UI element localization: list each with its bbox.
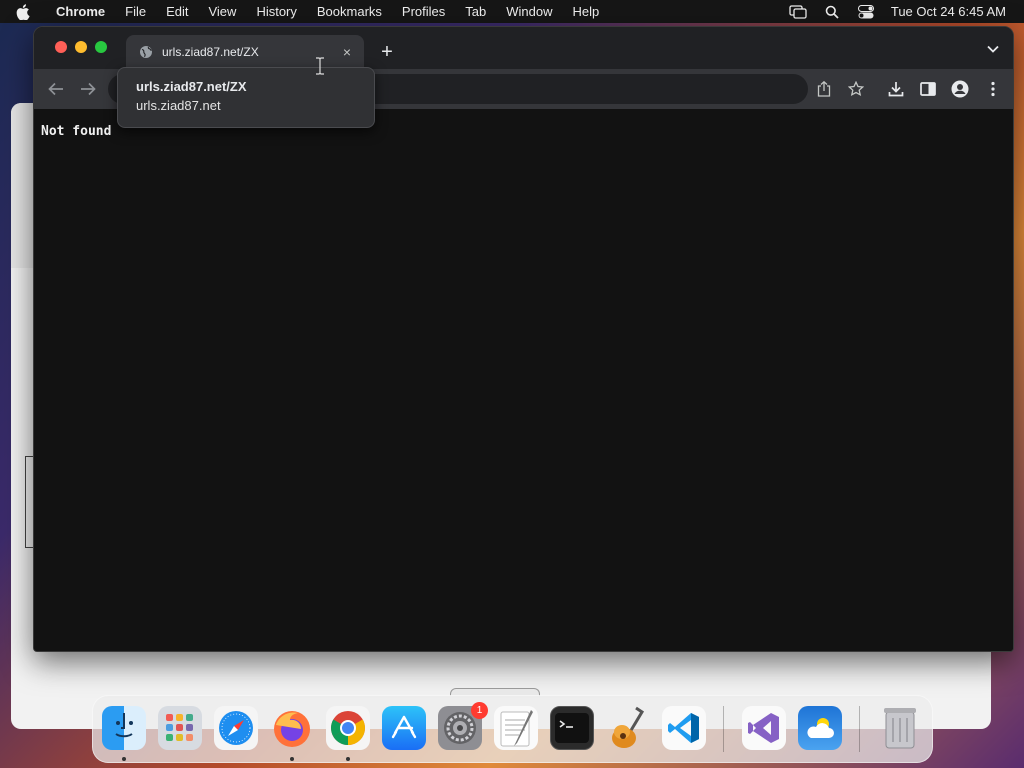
menu-window[interactable]: Window (496, 4, 562, 19)
menu-view[interactable]: View (198, 4, 246, 19)
firefox-icon[interactable] (270, 706, 314, 750)
menu-bar: Chrome File Edit View History Bookmarks … (0, 0, 1024, 23)
menu-app-name[interactable]: Chrome (46, 4, 115, 19)
menu-edit[interactable]: Edit (156, 4, 198, 19)
page-content: Not found (34, 109, 1013, 651)
globe-icon (138, 44, 154, 60)
chrome-running-indicator (346, 757, 350, 761)
chevron-down-icon[interactable] (985, 41, 1001, 57)
menu-bookmarks[interactable]: Bookmarks (307, 4, 392, 19)
tab-active[interactable]: urls.ziad87.net/ZX × (126, 35, 364, 69)
close-window-button[interactable] (55, 41, 67, 53)
chrome-icon[interactable] (326, 706, 370, 750)
tab-strip: urls.ziad87.net/ZX × + (34, 27, 1013, 69)
menu-clock[interactable]: Tue Oct 24 6:45 AM (883, 4, 1024, 19)
more-options-icon[interactable] (983, 79, 1003, 99)
forward-arrow-icon[interactable] (76, 77, 100, 101)
text-cursor-icon (315, 57, 325, 75)
firefox-running-indicator (290, 757, 294, 761)
side-panel-icon[interactable] (918, 79, 938, 99)
dock-separator (723, 706, 724, 752)
screen-mirroring-icon[interactable] (781, 4, 815, 19)
back-arrow-icon[interactable] (44, 77, 68, 101)
dock: 1 (92, 695, 933, 763)
page-text: Not found (41, 124, 112, 139)
finder-icon[interactable] (102, 706, 146, 750)
dock-separator (859, 706, 860, 752)
launchpad-icon[interactable] (158, 706, 202, 750)
app-store-icon[interactable] (382, 706, 426, 750)
textedit-icon[interactable] (494, 706, 538, 750)
vscode-icon[interactable] (662, 706, 706, 750)
menu-tab[interactable]: Tab (455, 4, 496, 19)
terminal-icon[interactable] (550, 706, 594, 750)
minimize-window-button[interactable] (75, 41, 87, 53)
weather-icon[interactable] (798, 706, 842, 750)
bookmark-star-icon[interactable] (846, 79, 866, 99)
control-center-icon[interactable] (849, 4, 883, 19)
garageband-icon[interactable] (606, 706, 650, 750)
apple-icon[interactable] (0, 3, 46, 20)
menu-profiles[interactable]: Profiles (392, 4, 455, 19)
system-settings-icon[interactable]: 1 (438, 702, 488, 750)
new-tab-button[interactable]: + (374, 39, 400, 65)
safari-icon[interactable] (214, 706, 258, 750)
trash-icon[interactable] (878, 706, 922, 750)
spotlight-search-icon[interactable] (815, 5, 849, 19)
hover-card-title: urls.ziad87.net/ZX (136, 79, 247, 94)
settings-badge: 1 (471, 702, 488, 719)
share-icon[interactable] (814, 79, 834, 99)
finder-running-indicator (122, 757, 126, 761)
tab-hover-card: urls.ziad87.net/ZX urls.ziad87.net (117, 67, 375, 128)
maximize-window-button[interactable] (95, 41, 107, 53)
menu-history[interactable]: History (246, 4, 306, 19)
download-icon[interactable] (886, 79, 906, 99)
visual-studio-icon[interactable] (742, 706, 786, 750)
tab-title: urls.ziad87.net/ZX (162, 45, 259, 59)
menu-file[interactable]: File (115, 4, 156, 19)
close-tab-icon[interactable]: × (336, 41, 358, 63)
profile-icon[interactable] (950, 79, 970, 99)
hover-card-domain: urls.ziad87.net (136, 98, 221, 113)
menu-help[interactable]: Help (563, 4, 610, 19)
